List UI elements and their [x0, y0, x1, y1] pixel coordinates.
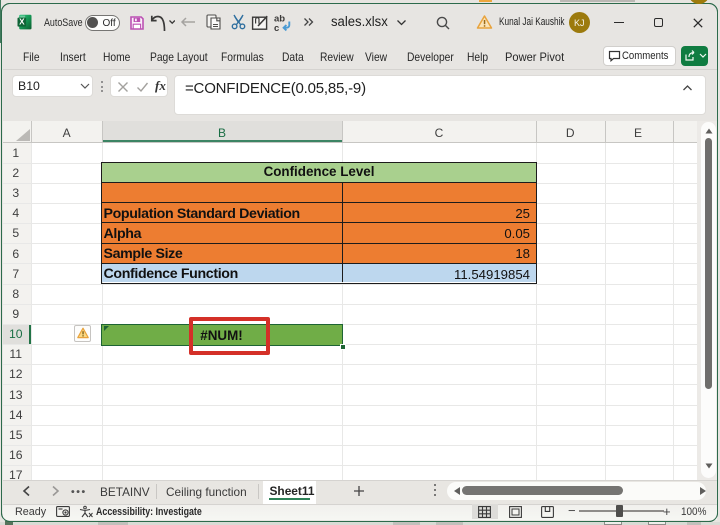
svg-text:c: c: [274, 23, 279, 32]
svg-text:X: X: [19, 18, 25, 27]
